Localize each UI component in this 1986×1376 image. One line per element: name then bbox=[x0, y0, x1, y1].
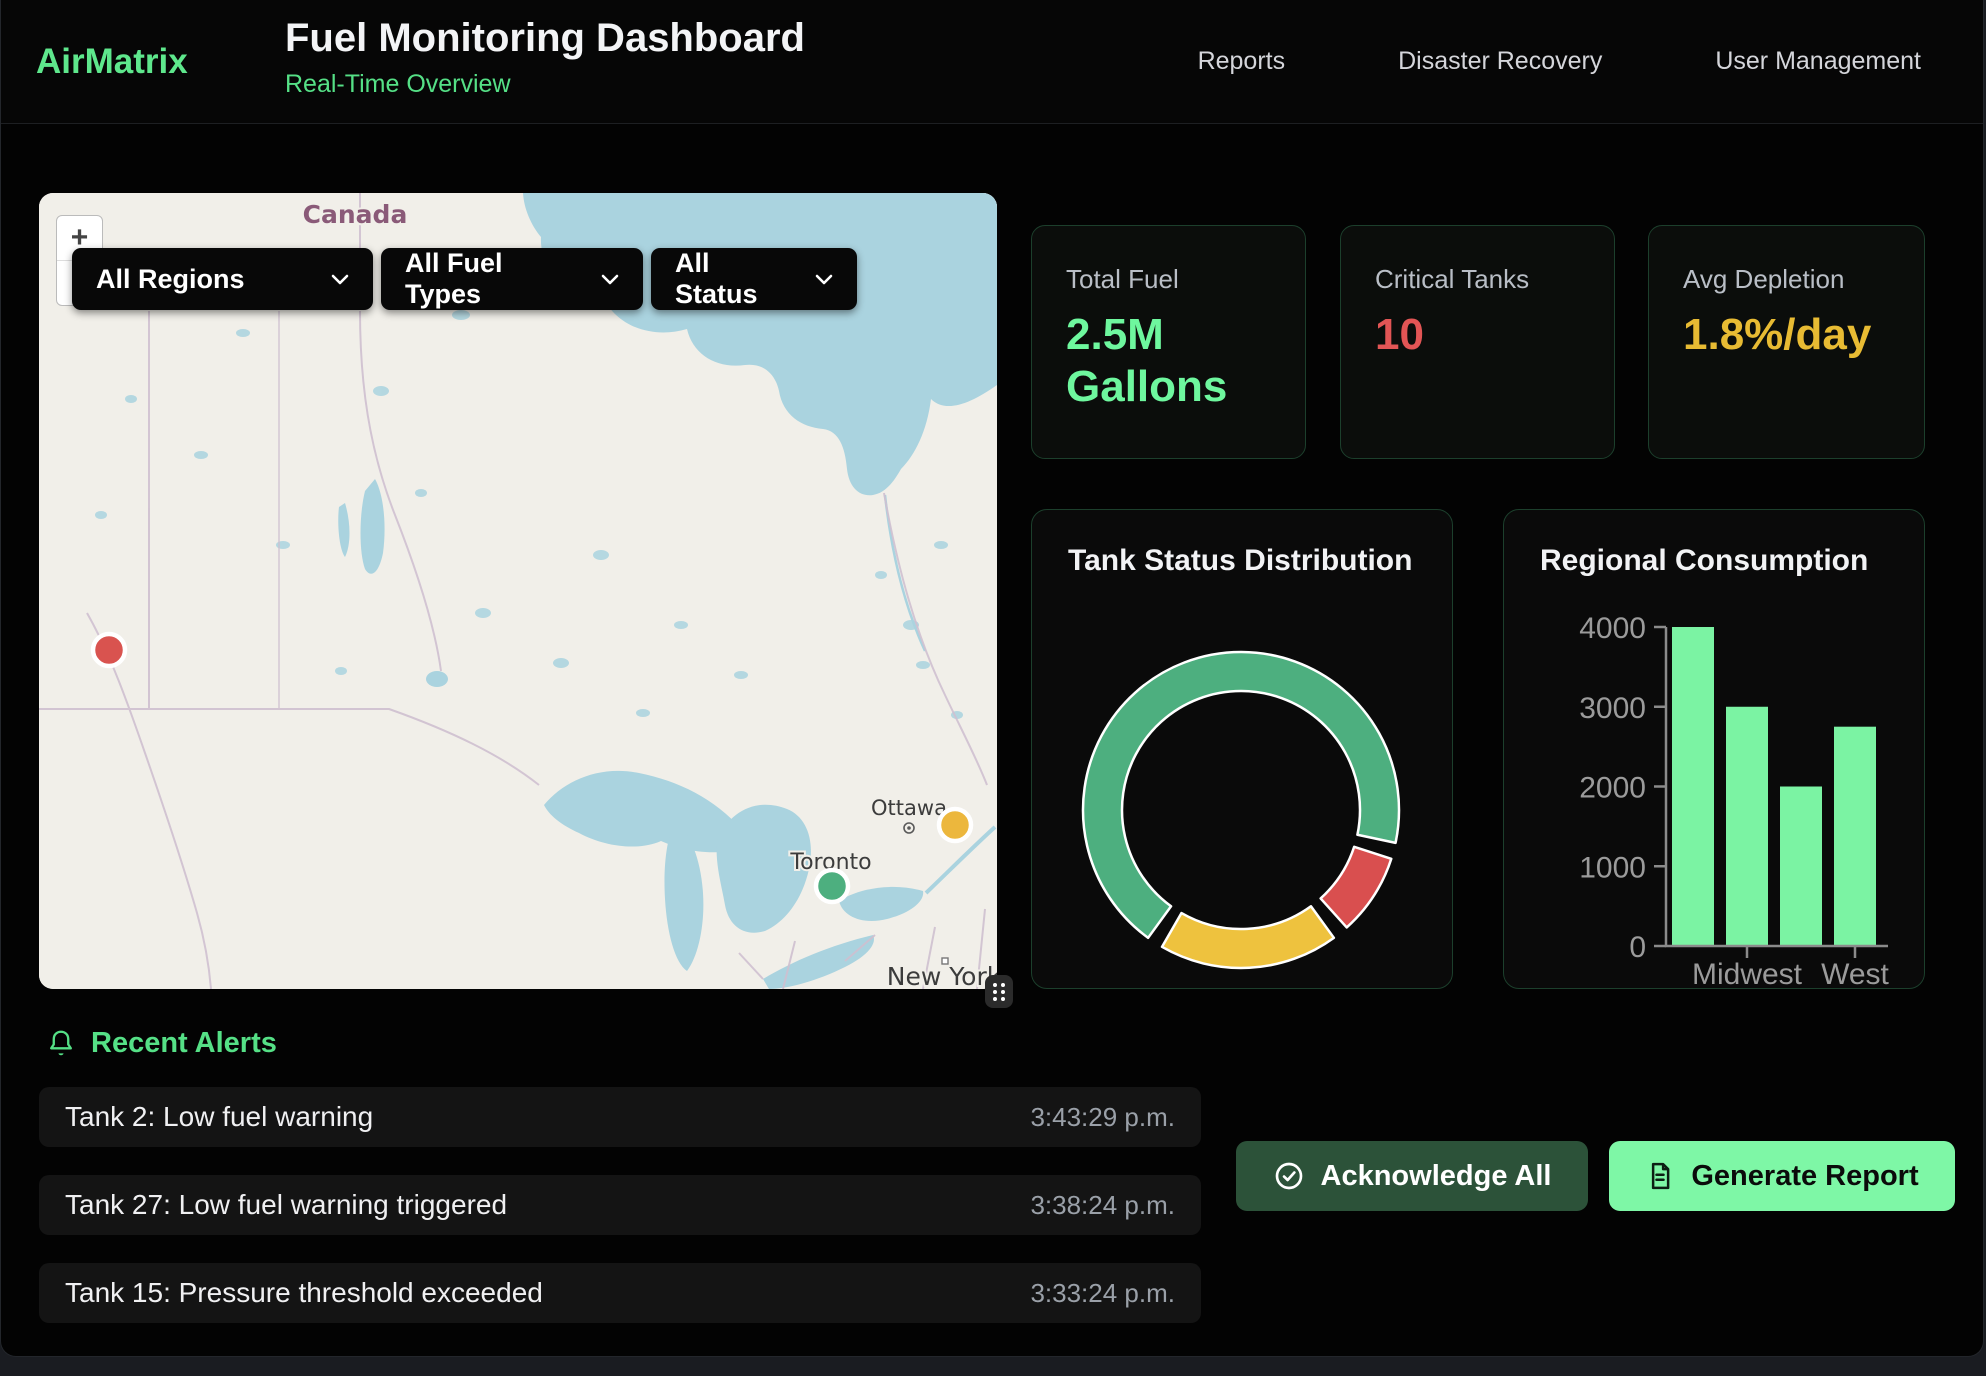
stat-card-critical-tanks: Critical Tanks 10 bbox=[1340, 225, 1615, 459]
fuel-type-filter-value: All Fuel Types bbox=[405, 248, 583, 310]
bell-icon bbox=[47, 1028, 75, 1060]
stat-value: 1.8%/day bbox=[1683, 309, 1890, 361]
tank-status-distribution-card: Tank Status Distribution bbox=[1031, 509, 1453, 989]
stat-label: Avg Depletion bbox=[1683, 264, 1890, 295]
y-tick-label: 3000 bbox=[1579, 692, 1646, 725]
grip-dots-icon bbox=[991, 981, 1007, 1003]
alert-message: Tank 27: Low fuel warning triggered bbox=[65, 1189, 507, 1221]
bar-1 bbox=[1726, 707, 1768, 946]
map-label-ottawa: Ottawa bbox=[871, 796, 947, 820]
regional-consumption-card: Regional Consumption 01000200030004000Mi… bbox=[1503, 509, 1925, 989]
tank-marker-critical[interactable] bbox=[93, 634, 125, 666]
acknowledge-all-label: Acknowledge All bbox=[1321, 1160, 1552, 1193]
alert-row[interactable]: Tank 15: Pressure threshold exceeded 3:3… bbox=[39, 1263, 1201, 1323]
y-tick-label: 1000 bbox=[1579, 851, 1646, 884]
alert-time: 3:33:24 p.m. bbox=[1030, 1278, 1175, 1309]
x-tick-label: West bbox=[1821, 958, 1889, 989]
tank-status-donut-chart bbox=[1076, 645, 1406, 975]
map-drag-handle[interactable] bbox=[985, 975, 1013, 1008]
main-nav: Reports Disaster Recovery User Managemen… bbox=[1198, 0, 1921, 123]
nav-disaster-recovery[interactable]: Disaster Recovery bbox=[1398, 47, 1602, 76]
regional-consumption-bar-chart: 0 1000 2000 3000 4000 Midwest West bbox=[1504, 510, 1925, 989]
stat-card-avg-depletion: Avg Depletion 1.8%/day bbox=[1648, 225, 1925, 459]
chevron-down-icon bbox=[815, 274, 833, 285]
page-title: Fuel Monitoring Dashboard bbox=[285, 16, 805, 61]
bar-3 bbox=[1834, 727, 1876, 946]
tank-marker-warning[interactable] bbox=[939, 809, 971, 841]
y-tick-label: 4000 bbox=[1579, 612, 1646, 645]
y-tick-label: 2000 bbox=[1579, 772, 1646, 805]
generate-report-label: Generate Report bbox=[1691, 1160, 1918, 1193]
map-label-country: Canada bbox=[303, 200, 408, 229]
fuel-map[interactable]: Canada Ottawa Toronto New York + − All R… bbox=[39, 193, 997, 989]
y-tick-label: 0 bbox=[1629, 931, 1646, 964]
chevron-down-icon bbox=[331, 274, 349, 285]
status-filter-value: All Status bbox=[675, 248, 797, 310]
region-filter-value: All Regions bbox=[96, 264, 245, 295]
alert-time: 3:43:29 p.m. bbox=[1030, 1102, 1175, 1133]
alert-time: 3:38:24 p.m. bbox=[1030, 1190, 1175, 1221]
region-filter-select[interactable]: All Regions bbox=[72, 248, 373, 310]
stat-label: Total Fuel bbox=[1066, 264, 1271, 295]
alert-row[interactable]: Tank 27: Low fuel warning triggered 3:38… bbox=[39, 1175, 1201, 1235]
donut-segment-warning bbox=[1162, 906, 1334, 968]
nav-user-management[interactable]: User Management bbox=[1715, 47, 1921, 76]
alert-row[interactable]: Tank 2: Low fuel warning 3:43:29 p.m. bbox=[39, 1087, 1201, 1147]
chart-title: Tank Status Distribution bbox=[1068, 544, 1412, 578]
chevron-down-icon bbox=[601, 274, 619, 285]
map-canvas[interactable]: Canada Ottawa Toronto New York bbox=[39, 193, 997, 989]
acknowledge-all-button[interactable]: Acknowledge All bbox=[1236, 1141, 1588, 1211]
alert-message: Tank 2: Low fuel warning bbox=[65, 1101, 373, 1133]
alert-message: Tank 15: Pressure threshold exceeded bbox=[65, 1277, 543, 1309]
nav-reports[interactable]: Reports bbox=[1198, 47, 1286, 76]
header: AirMatrix Fuel Monitoring Dashboard Real… bbox=[1, 0, 1983, 124]
generate-report-button[interactable]: Generate Report bbox=[1609, 1141, 1955, 1211]
x-tick-label: Midwest bbox=[1692, 958, 1803, 989]
stat-label: Critical Tanks bbox=[1375, 264, 1580, 295]
dashboard-window: AirMatrix Fuel Monitoring Dashboard Real… bbox=[0, 0, 1984, 1357]
bar-2 bbox=[1780, 787, 1822, 947]
title-block: Fuel Monitoring Dashboard Real-Time Over… bbox=[285, 16, 805, 99]
fuel-type-filter-select[interactable]: All Fuel Types bbox=[381, 248, 643, 310]
status-filter-select[interactable]: All Status bbox=[651, 248, 857, 310]
report-file-icon bbox=[1645, 1161, 1675, 1191]
tank-marker-normal[interactable] bbox=[816, 870, 848, 902]
recent-alerts-label: Recent Alerts bbox=[91, 1027, 277, 1060]
stat-card-total-fuel: Total Fuel 2.5M Gallons bbox=[1031, 225, 1306, 459]
stat-value: 2.5M Gallons bbox=[1066, 309, 1271, 413]
page-subtitle: Real-Time Overview bbox=[285, 70, 805, 99]
donut-segment-critical bbox=[1321, 847, 1392, 928]
bar-0 bbox=[1672, 627, 1714, 946]
recent-alerts-heading: Recent Alerts bbox=[47, 1027, 277, 1060]
map-filters: All Regions All Fuel Types All Status bbox=[72, 248, 857, 310]
check-circle-icon bbox=[1273, 1160, 1305, 1192]
map-label-new-york: New York bbox=[887, 962, 997, 989]
stat-value: 10 bbox=[1375, 309, 1580, 361]
brand-logo: AirMatrix bbox=[36, 42, 188, 82]
